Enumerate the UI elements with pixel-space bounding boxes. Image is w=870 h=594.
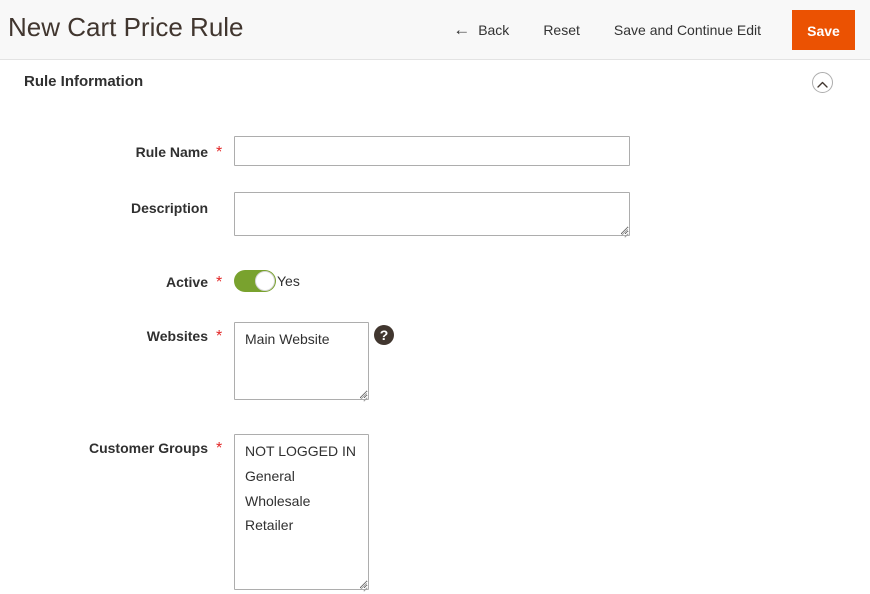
customer-groups-select[interactable]: NOT LOGGED INGeneralWholesaleRetailer <box>234 434 369 590</box>
select-option[interactable]: Retailer <box>235 513 368 538</box>
description-label: Description <box>130 200 208 216</box>
websites-required-marker: * <box>216 328 223 345</box>
customer-groups-required-marker: * <box>216 440 223 457</box>
customer-groups-label: Customer Groups <box>88 440 208 456</box>
back-button[interactable]: ← Back <box>436 19 526 39</box>
save-button[interactable]: Save <box>792 10 855 50</box>
websites-label: Websites <box>146 328 208 344</box>
question-mark-icon[interactable]: ? <box>374 325 394 345</box>
active-toggle[interactable] <box>234 270 276 292</box>
rule-name-label: Rule Name <box>135 144 208 160</box>
section-title: Rule Information <box>24 73 144 90</box>
select-option[interactable]: NOT LOGGED IN <box>235 439 368 464</box>
page-title: New Cart Price Rule <box>8 12 244 42</box>
reset-button[interactable]: Reset <box>526 22 597 38</box>
active-toggle-knob <box>255 271 275 291</box>
websites-select[interactable]: Main Website <box>234 322 369 400</box>
chevron-up-icon[interactable] <box>812 72 833 93</box>
select-option[interactable]: Main Website <box>235 327 368 352</box>
save-and-continue-edit-button[interactable]: Save and Continue Edit <box>597 22 778 38</box>
select-option[interactable]: General <box>235 464 368 489</box>
active-label: Active <box>165 274 208 290</box>
page-header: New Cart Price Rule ← Back Reset Save an… <box>0 0 870 60</box>
description-textarea[interactable] <box>234 192 630 236</box>
save-and-continue-edit-label: Save and Continue Edit <box>613 22 761 38</box>
active-required-marker: * <box>216 274 223 291</box>
back-button-label: Back <box>478 22 510 38</box>
rule-name-required-marker: * <box>216 144 223 161</box>
select-option[interactable]: Wholesale <box>235 489 368 514</box>
header-actions: ← Back Reset Save and Continue Edit Save <box>436 0 855 60</box>
active-toggle-state-label: Yes <box>277 273 300 289</box>
rule-name-input[interactable] <box>234 136 630 166</box>
reset-button-label: Reset <box>543 22 580 38</box>
arrow-left-icon: ← <box>453 19 471 39</box>
